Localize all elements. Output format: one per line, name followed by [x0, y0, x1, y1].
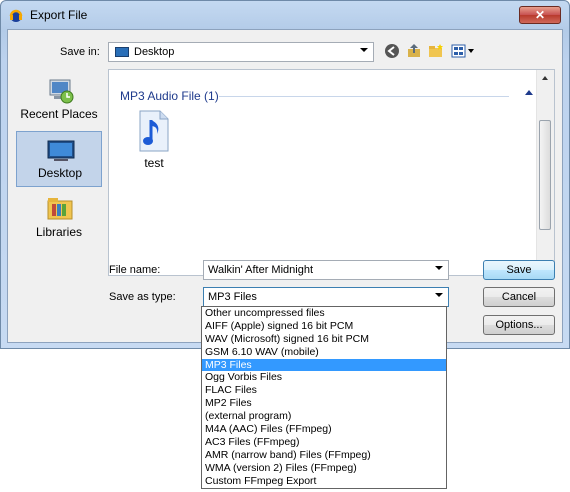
dropdown-option[interactable]: MP2 Files: [202, 397, 446, 410]
save-in-value: Desktop: [134, 46, 175, 58]
recent-places-icon: [49, 79, 74, 104]
audacity-app-icon: [9, 9, 23, 22]
view-menu-icon[interactable]: [450, 43, 476, 61]
chevron-down-icon[interactable]: [360, 48, 368, 52]
cancel-button[interactable]: Cancel: [483, 287, 555, 307]
title-bar[interactable]: Export File ✕: [1, 1, 569, 29]
desktop-icon: [47, 140, 75, 161]
dropdown-option[interactable]: Other uncompressed files: [202, 307, 446, 320]
audio-file-icon: [139, 110, 169, 152]
up-folder-icon[interactable]: [405, 43, 423, 61]
place-recent-places[interactable]: Recent Places: [16, 73, 102, 129]
place-label: Libraries: [35, 225, 83, 239]
dropdown-option[interactable]: GSM 6.10 WAV (mobile): [202, 346, 446, 359]
dropdown-option[interactable]: Custom FFmpeg Export: [202, 475, 446, 488]
file-name-label: File name:: [109, 264, 161, 276]
file-item-test[interactable]: test: [135, 110, 173, 172]
chevron-down-icon[interactable]: [435, 266, 443, 270]
libraries-icon: [47, 198, 73, 220]
place-desktop[interactable]: Desktop: [16, 131, 102, 187]
export-file-dialog: Export File ✕ Save in: Desktop Recent Pl…: [0, 0, 570, 349]
scroll-thumb[interactable]: [539, 120, 551, 230]
close-icon: ✕: [534, 8, 546, 22]
dropdown-option[interactable]: M4A (AAC) Files (FFmpeg): [202, 423, 446, 436]
new-folder-icon[interactable]: [427, 43, 445, 61]
scroll-up-icon[interactable]: [542, 76, 548, 80]
file-name-combo[interactable]: Walkin' After Midnight: [203, 260, 449, 280]
file-list[interactable]: MP3 Audio File (1) test: [108, 69, 555, 276]
save-as-type-select[interactable]: MP3 Files: [203, 287, 449, 307]
place-label: Recent Places: [20, 107, 98, 121]
dropdown-option-selected[interactable]: MP3 Files: [202, 358, 446, 372]
dialog-client-area: Save in: Desktop Recent Places Desktop L…: [7, 29, 563, 343]
desktop-small-icon: [115, 47, 129, 57]
file-name-value[interactable]: Walkin' After Midnight: [208, 264, 313, 276]
dropdown-option[interactable]: AC3 Files (FFmpeg): [202, 436, 446, 449]
dropdown-option[interactable]: Ogg Vorbis Files: [202, 371, 446, 384]
options-button[interactable]: Options...: [483, 315, 555, 335]
places-bar: Recent Places Desktop Libraries: [16, 69, 102, 275]
group-divider: [219, 96, 509, 97]
group-header[interactable]: MP3 Audio File (1): [120, 89, 219, 103]
vertical-scrollbar[interactable]: [536, 70, 554, 275]
dropdown-option[interactable]: WAV (Microsoft) signed 16 bit PCM: [202, 333, 446, 346]
file-name-label: test: [144, 156, 164, 170]
save-as-type-value: MP3 Files: [208, 291, 257, 303]
save-button[interactable]: Save: [483, 260, 555, 280]
back-icon[interactable]: [383, 43, 401, 61]
chevron-down-icon[interactable]: [435, 293, 443, 297]
save-as-type-dropdown-list[interactable]: Other uncompressed files AIFF (Apple) si…: [201, 306, 447, 489]
dropdown-option[interactable]: (external program): [202, 410, 446, 423]
place-libraries[interactable]: Libraries: [16, 191, 102, 247]
dropdown-option[interactable]: WMA (version 2) Files (FFmpeg): [202, 462, 446, 475]
window-title: Export File: [30, 8, 88, 22]
dropdown-option[interactable]: FLAC Files: [202, 384, 446, 397]
dropdown-option[interactable]: AIFF (Apple) signed 16 bit PCM: [202, 320, 446, 333]
place-label: Desktop: [37, 166, 83, 180]
save-in-label: Save in:: [60, 46, 100, 58]
save-as-type-label: Save as type:: [109, 291, 176, 303]
save-in-combo[interactable]: Desktop: [108, 42, 374, 62]
dropdown-option[interactable]: AMR (narrow band) Files (FFmpeg): [202, 449, 446, 462]
collapse-group-icon[interactable]: [525, 90, 533, 95]
close-button[interactable]: ✕: [519, 6, 561, 24]
